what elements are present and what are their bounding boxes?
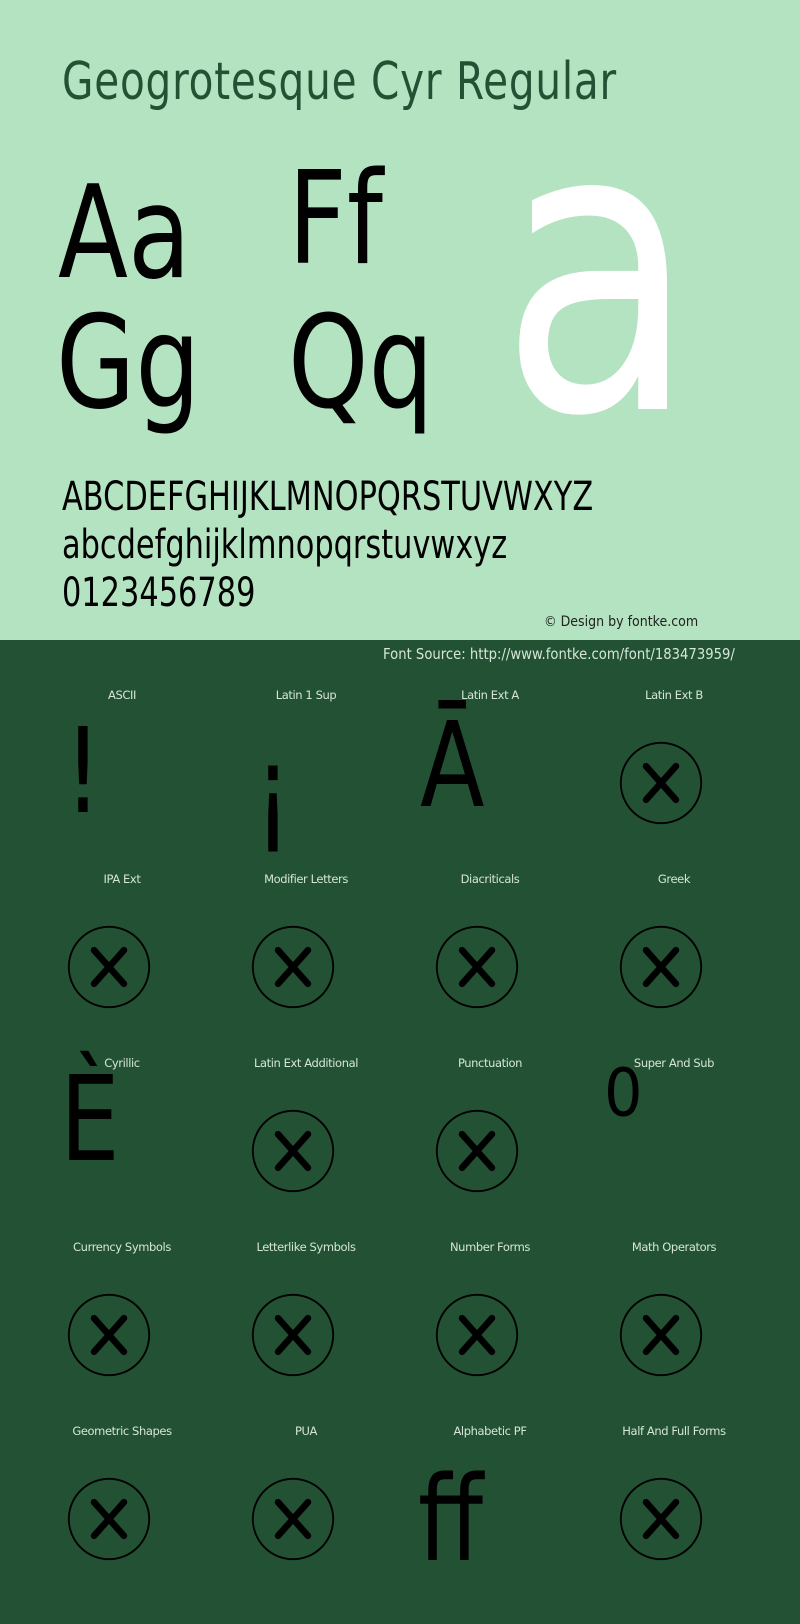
missing-glyph-icon <box>251 1109 335 1193</box>
block-label: PUA <box>294 1424 318 1438</box>
missing-glyph-icon <box>251 925 335 1009</box>
block-label: Alphabetic PF <box>453 1424 527 1438</box>
lowercase-alphabet: abcdefghijklmnopqrstuvwxyz <box>62 522 508 568</box>
block-label: Letterlike Symbols <box>256 1240 356 1254</box>
block-label: Math Operators <box>631 1240 717 1254</box>
block-cell-pua: PUA <box>214 1416 398 1600</box>
block-glyph-area: Ā <box>398 706 582 850</box>
block-cell-latin-1-sup: Latin 1 Sup ¡ <box>214 680 398 864</box>
block-cell-geometric-shapes: Geometric Shapes <box>30 1416 214 1600</box>
block-sample-glyph: ¡ <box>254 720 292 858</box>
missing-glyph-icon <box>435 925 519 1009</box>
block-sample-glyph: Ā <box>420 696 485 834</box>
block-label: Greek <box>657 872 691 886</box>
block-label: Modifier Letters <box>264 872 348 886</box>
block-label: Currency Symbols <box>73 1240 171 1254</box>
block-label: Half And Full Forms <box>622 1424 726 1438</box>
missing-glyph-icon <box>435 1293 519 1377</box>
block-glyph-area <box>398 904 582 1034</box>
hero-glyph: a <box>500 39 697 504</box>
block-cell-letterlike-symbols: Letterlike Symbols <box>214 1232 398 1416</box>
block-glyph-area <box>582 1456 766 1586</box>
block-cell-greek: Greek <box>582 864 766 1048</box>
block-label: Cyrillic <box>104 1056 140 1070</box>
sample-pair-aa: Aa <box>58 159 191 308</box>
block-cell-latin-ext-a: Latin Ext AĀ <box>398 680 582 864</box>
missing-glyph-icon <box>67 1477 151 1561</box>
block-glyph-area <box>30 1456 214 1586</box>
block-glyph-area <box>398 1272 582 1402</box>
missing-glyph-icon <box>251 1477 335 1561</box>
block-cell-ipa-ext: IPA Ext <box>30 864 214 1048</box>
block-glyph-area <box>30 904 214 1034</box>
block-cell-latin-ext-additional: Latin Ext Additional <box>214 1048 398 1232</box>
block-cell-math-operators: Math Operators <box>582 1232 766 1416</box>
missing-glyph-icon <box>251 1293 335 1377</box>
missing-glyph-icon <box>619 925 703 1009</box>
missing-glyph-icon <box>67 1293 151 1377</box>
block-glyph-area: ⁰ <box>582 1054 766 1218</box>
block-glyph-area <box>30 1272 214 1402</box>
block-label: Latin Ext B <box>645 688 703 702</box>
block-label: Punctuation <box>457 1056 523 1070</box>
missing-glyph-icon <box>435 1109 519 1193</box>
block-glyph-area: ! <box>30 712 214 850</box>
block-cell-cyrillic: Cyrillic È <box>30 1048 214 1232</box>
sample-pair-qq: Qq <box>288 289 434 438</box>
font-source-link[interactable]: Font Source: http://www.fontke.com/font/… <box>383 645 735 663</box>
missing-glyph-icon <box>67 925 151 1009</box>
sample-pair-ff: Ff <box>288 145 383 294</box>
block-label: Geometric Shapes <box>72 1424 172 1438</box>
block-sample-glyph: ! <box>64 702 102 840</box>
block-cell-punctuation: Punctuation <box>398 1048 582 1232</box>
block-sample-glyph: ff <box>418 1450 484 1588</box>
block-cell-ascii: ASCII! <box>30 680 214 864</box>
block-glyph-area <box>582 904 766 1034</box>
block-glyph-area: ¡ <box>214 720 398 850</box>
block-label: IPA Ext <box>103 872 141 886</box>
block-cell-diacriticals: Diacriticals <box>398 864 582 1048</box>
sample-pair-gg: Gg <box>56 289 201 438</box>
missing-glyph-icon <box>619 741 703 825</box>
block-glyph-area <box>214 1088 398 1218</box>
block-label: ASCII <box>108 688 136 702</box>
block-glyph-area: È <box>30 1060 214 1218</box>
missing-glyph-icon <box>619 1477 703 1561</box>
block-glyph-area <box>214 1456 398 1586</box>
block-glyph-area <box>582 1272 766 1402</box>
block-cell-half-and-full-forms: Half And Full Forms <box>582 1416 766 1600</box>
digits: 0123456789 <box>62 570 256 616</box>
block-glyph-area <box>214 1272 398 1402</box>
block-sample-glyph: ⁰ <box>604 1044 642 1182</box>
block-cell-latin-ext-b: Latin Ext B <box>582 680 766 864</box>
block-label: Diacriticals <box>460 872 520 886</box>
block-cell-modifier-letters: Modifier Letters <box>214 864 398 1048</box>
block-glyph-area <box>214 904 398 1034</box>
block-glyph-area <box>582 720 766 850</box>
block-label: Number Forms <box>449 1240 530 1254</box>
missing-glyph-icon <box>619 1293 703 1377</box>
block-label: Latin Ext Additional <box>253 1056 359 1070</box>
block-cell-number-forms: Number Forms <box>398 1232 582 1416</box>
block-cell-alphabetic-pf: Alphabetic PF ff <box>398 1416 582 1600</box>
block-cell-currency-symbols: Currency Symbols <box>30 1232 214 1416</box>
block-sample-glyph: È <box>60 1050 120 1188</box>
block-glyph-area <box>398 1088 582 1218</box>
block-glyph-area: ff <box>398 1456 582 1586</box>
block-cell-super-and-sub: Super And Sub ⁰ <box>582 1048 766 1232</box>
uppercase-alphabet: ABCDEFGHIJKLMNOPQRSTUVWXYZ <box>62 474 594 520</box>
block-label: Latin 1 Sup <box>275 688 337 702</box>
copyright-notice: © Design by fontke.com <box>544 614 699 630</box>
specimen-header: Geogrotesque Cyr Regular Aa Ff Gg Qq a A… <box>0 0 800 640</box>
